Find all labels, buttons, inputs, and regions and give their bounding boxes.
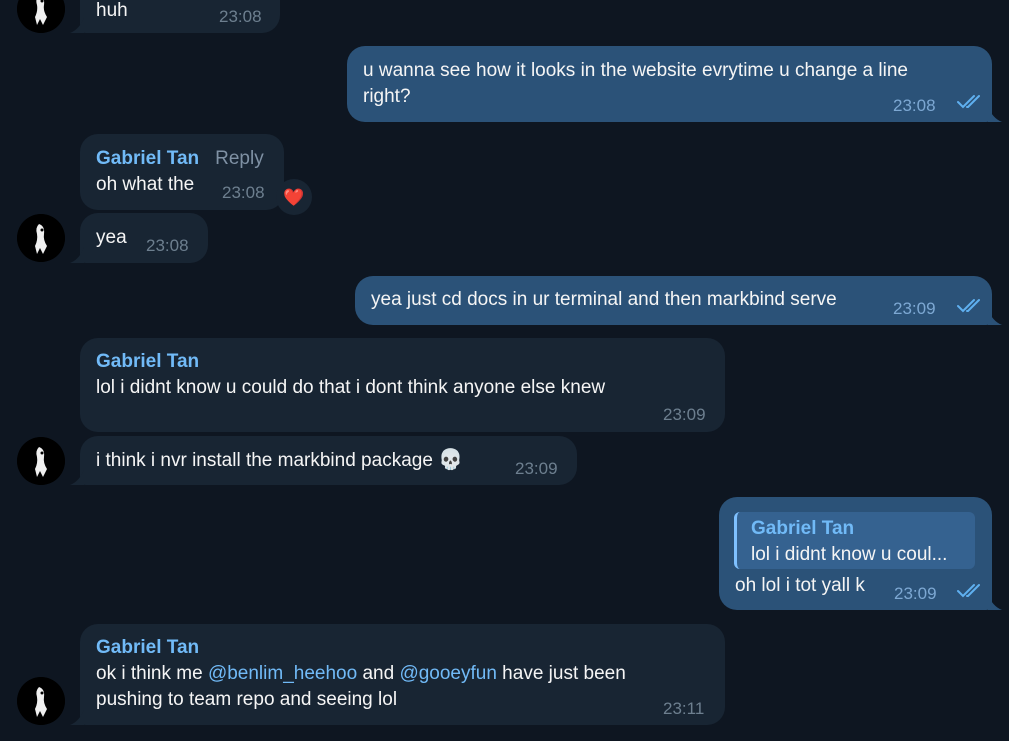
- bubble-tail: [988, 594, 1002, 610]
- reply-button[interactable]: Reply: [215, 148, 264, 169]
- message-bubble[interactable]: huh 23:08: [80, 0, 280, 33]
- heart-reaction-icon[interactable]: ❤️: [276, 179, 312, 215]
- bubble-tail: [988, 309, 1002, 325]
- message-time: 23:08: [219, 7, 262, 26]
- message-bubble[interactable]: i think i nvr install the markbind packa…: [80, 436, 577, 485]
- message-text: u wanna see how it looks in the website …: [363, 60, 908, 107]
- message-time: 23:11: [663, 699, 705, 718]
- sender-name[interactable]: Gabriel Tan: [96, 148, 199, 169]
- bubble-tail: [70, 709, 84, 725]
- bubble-tail: [70, 247, 84, 263]
- message-bubble[interactable]: u wanna see how it looks in the website …: [347, 46, 992, 122]
- message-time: 23:09: [894, 584, 937, 603]
- avatar[interactable]: [17, 214, 65, 262]
- message-bubble[interactable]: yea 23:08: [80, 213, 208, 263]
- sender-name[interactable]: Gabriel Tan: [96, 349, 199, 375]
- bubble-tail: [988, 106, 1002, 122]
- message-time: 23:08: [893, 96, 936, 115]
- message-text: yea: [96, 227, 127, 248]
- skull-emoji-icon: 💀: [438, 449, 464, 471]
- avatar[interactable]: [17, 677, 65, 725]
- message-bubble[interactable]: yea just cd docs in ur terminal and then…: [355, 276, 992, 325]
- message-time: 23:09: [663, 405, 706, 424]
- message-text: lol i didnt know u could do that i dont …: [96, 377, 606, 398]
- avatar[interactable]: [17, 0, 65, 33]
- message-text: oh what the: [96, 174, 195, 195]
- mention-link[interactable]: @benlim_heehoo: [208, 663, 357, 684]
- double-check-icon: [957, 299, 980, 313]
- message-bubble[interactable]: Gabriel Tan ok i think me @benlim_heehoo…: [80, 624, 725, 725]
- message-text: i think i nvr install the markbind packa…: [96, 449, 464, 471]
- message-bubble[interactable]: Gabriel Tan lol i didnt know u could do …: [80, 338, 725, 432]
- message-bubble[interactable]: Gabriel Tan Reply oh what the 23:08: [80, 134, 284, 210]
- double-check-icon: [957, 95, 980, 109]
- mention-link[interactable]: @gooeyfun: [399, 663, 496, 684]
- avatar[interactable]: [17, 437, 65, 485]
- message-text: yea just cd docs in ur terminal and then…: [371, 289, 837, 310]
- quote-sender: Gabriel Tan: [751, 518, 855, 539]
- quoted-message[interactable]: Gabriel Tan lol i didnt know u coul...: [734, 512, 975, 569]
- quote-text: lol i didnt know u coul...: [751, 544, 948, 565]
- message-time: 23:08: [146, 236, 189, 255]
- message-time: 23:09: [893, 299, 936, 318]
- message-time: 23:08: [222, 183, 265, 202]
- message-text: ok i think me @benlim_heehoo and @gooeyf…: [96, 663, 626, 710]
- sender-name[interactable]: Gabriel Tan: [96, 635, 199, 661]
- double-check-icon: [957, 584, 980, 598]
- message-text: oh lol i tot yall k: [735, 575, 865, 596]
- message-text: huh: [96, 0, 128, 21]
- message-time: 23:09: [515, 459, 558, 478]
- message-bubble[interactable]: Gabriel Tan lol i didnt know u coul... o…: [719, 497, 992, 610]
- bubble-tail: [70, 469, 84, 485]
- bubble-tail: [70, 17, 84, 33]
